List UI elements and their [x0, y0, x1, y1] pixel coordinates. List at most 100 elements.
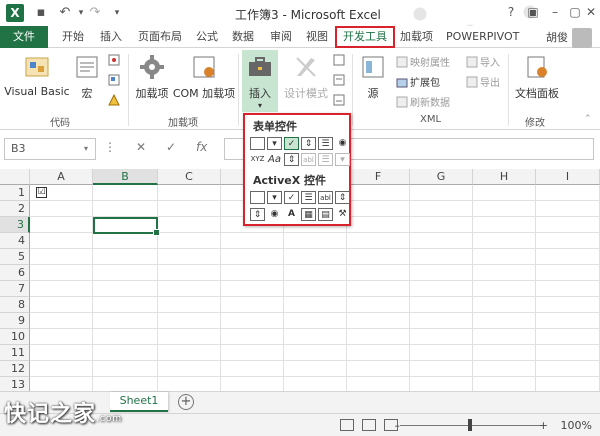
form-checkbox-icon[interactable]: ✓: [284, 137, 299, 150]
row-header-13[interactable]: 13: [0, 377, 30, 391]
source-button[interactable]: 源: [358, 52, 388, 101]
select-all-corner[interactable]: [0, 169, 30, 185]
tab-home[interactable]: 开始: [56, 26, 90, 48]
tab-developer[interactable]: 开发工具: [335, 26, 395, 48]
activex-scrollbar-icon[interactable]: ⇕: [335, 191, 350, 204]
activex-combobox-icon[interactable]: ▾: [267, 191, 282, 204]
user-avatar[interactable]: [572, 28, 592, 48]
activex-more-controls-icon[interactable]: ⚒: [335, 208, 350, 221]
activex-label-icon[interactable]: A: [284, 208, 299, 221]
zoom-in-icon[interactable]: +: [539, 419, 548, 432]
column-header-b[interactable]: B: [93, 169, 158, 185]
form-label-icon[interactable]: Aa: [267, 153, 282, 166]
expansion-packs-button[interactable]: 扩展包: [396, 74, 440, 89]
toolbox-icon: [249, 57, 271, 76]
form-spinner-icon[interactable]: ⇕: [301, 137, 316, 150]
macro-security-icon[interactable]: [108, 94, 122, 107]
map-properties-button[interactable]: 映射属性: [396, 54, 450, 69]
column-header-c[interactable]: C: [158, 169, 221, 185]
tab-review[interactable]: 审阅: [264, 26, 298, 48]
com-addins-button[interactable]: COM 加载项: [172, 52, 236, 101]
activex-checkbox-icon[interactable]: ✓: [284, 191, 299, 204]
normal-view-icon[interactable]: [340, 419, 354, 431]
row-header-11[interactable]: 11: [0, 345, 30, 361]
form-listbox-icon[interactable]: ☰: [318, 137, 333, 150]
zoom-slider-thumb[interactable]: [468, 419, 472, 431]
row-header-4[interactable]: 4: [0, 233, 30, 249]
row-header-12[interactable]: 12: [0, 361, 30, 377]
form-textfield-icon[interactable]: abl: [301, 153, 316, 166]
form-combobox-icon[interactable]: ▾: [267, 137, 282, 150]
properties-icon[interactable]: [333, 54, 347, 67]
name-box-dropdown-icon[interactable]: ▾: [84, 144, 88, 153]
row-header-1[interactable]: 1: [0, 185, 30, 201]
gridline: [30, 328, 600, 329]
insert-function-icon[interactable]: fx: [196, 140, 207, 154]
tab-file[interactable]: 文件: [0, 26, 48, 48]
activex-button-icon[interactable]: [250, 191, 265, 204]
row-header-9[interactable]: 9: [0, 313, 30, 329]
document-panel-button[interactable]: 文档面板: [512, 52, 562, 101]
form-button-icon[interactable]: [250, 137, 265, 150]
form-groupbox-icon[interactable]: XYZ: [250, 153, 265, 166]
zoom-level[interactable]: 100%: [561, 419, 592, 432]
form-combo-list-icon[interactable]: ☰: [318, 153, 333, 166]
macros-button[interactable]: 宏: [70, 52, 104, 101]
design-mode-button[interactable]: 设计模式: [282, 52, 330, 101]
form-checkbox-a1[interactable]: ☑: [36, 187, 47, 198]
visual-basic-button[interactable]: Visual Basic: [4, 52, 70, 98]
column-header-f[interactable]: F: [347, 169, 410, 185]
import-button[interactable]: 导入: [466, 54, 500, 69]
row-header-10[interactable]: 10: [0, 329, 30, 345]
customize-qat-icon[interactable]: ▾: [108, 4, 126, 22]
record-macro-icon[interactable]: [108, 54, 122, 67]
tab-page-layout[interactable]: 页面布局: [132, 26, 188, 48]
collapse-ribbon-icon[interactable]: ⌃: [584, 114, 592, 124]
export-button[interactable]: 导出: [466, 74, 500, 89]
redo-icon[interactable]: ↷: [86, 4, 104, 22]
activex-option-button-icon[interactable]: ◉: [267, 208, 282, 221]
tab-formulas[interactable]: 公式: [190, 26, 224, 48]
close-button[interactable]: ✕: [580, 3, 600, 21]
activex-image-icon[interactable]: ▦: [301, 208, 316, 221]
user-name[interactable]: 胡俊: [546, 29, 568, 45]
form-combo-dropdown-icon[interactable]: ▾: [335, 153, 350, 166]
enter-icon[interactable]: ✓: [166, 140, 176, 154]
relative-reference-icon[interactable]: [108, 74, 122, 87]
row-header-3[interactable]: 3: [0, 217, 30, 233]
column-header-i[interactable]: I: [536, 169, 600, 185]
insert-controls-button[interactable]: 插入 ▾: [242, 50, 278, 112]
activex-listbox-icon[interactable]: ☰: [301, 191, 316, 204]
row-header-5[interactable]: 5: [0, 249, 30, 265]
page-layout-view-icon[interactable]: [362, 419, 376, 431]
refresh-data-button[interactable]: 刷新数据: [396, 94, 450, 109]
activex-toggle-icon[interactable]: ▤: [318, 208, 333, 221]
activex-textbox-icon[interactable]: abl: [318, 191, 333, 204]
add-sheet-button[interactable]: +: [178, 394, 194, 410]
tab-powerpivot[interactable]: POWERPIVOT: [440, 26, 525, 48]
name-box[interactable]: B3: [4, 138, 96, 160]
help-button[interactable]: ?: [500, 3, 522, 21]
save-icon[interactable]: ▪: [32, 4, 50, 22]
column-header-g[interactable]: G: [410, 169, 473, 185]
form-scrollbar-icon[interactable]: ⇕: [284, 153, 299, 166]
activex-spinner-icon[interactable]: ⇕: [250, 208, 265, 221]
tab-data[interactable]: 数据: [226, 26, 260, 48]
minimize-button[interactable]: –: [544, 3, 566, 21]
column-header-h[interactable]: H: [473, 169, 536, 185]
row-header-6[interactable]: 6: [0, 265, 30, 281]
run-dialog-icon[interactable]: [333, 94, 347, 107]
cancel-icon[interactable]: ✕: [136, 140, 146, 154]
row-header-8[interactable]: 8: [0, 297, 30, 313]
tab-insert[interactable]: 插入: [94, 26, 128, 48]
tab-view[interactable]: 视图: [300, 26, 334, 48]
tab-addins[interactable]: 加载项: [394, 26, 439, 48]
active-cell-b3[interactable]: [93, 217, 160, 236]
form-option-button-icon[interactable]: ◉: [335, 137, 350, 150]
addins-button[interactable]: 加载项: [132, 52, 172, 101]
ribbon-display-button[interactable]: ▣: [522, 3, 544, 21]
row-header-7[interactable]: 7: [0, 281, 30, 297]
row-header-2[interactable]: 2: [0, 201, 30, 217]
column-header-a[interactable]: A: [30, 169, 93, 185]
view-code-icon[interactable]: [333, 74, 347, 87]
